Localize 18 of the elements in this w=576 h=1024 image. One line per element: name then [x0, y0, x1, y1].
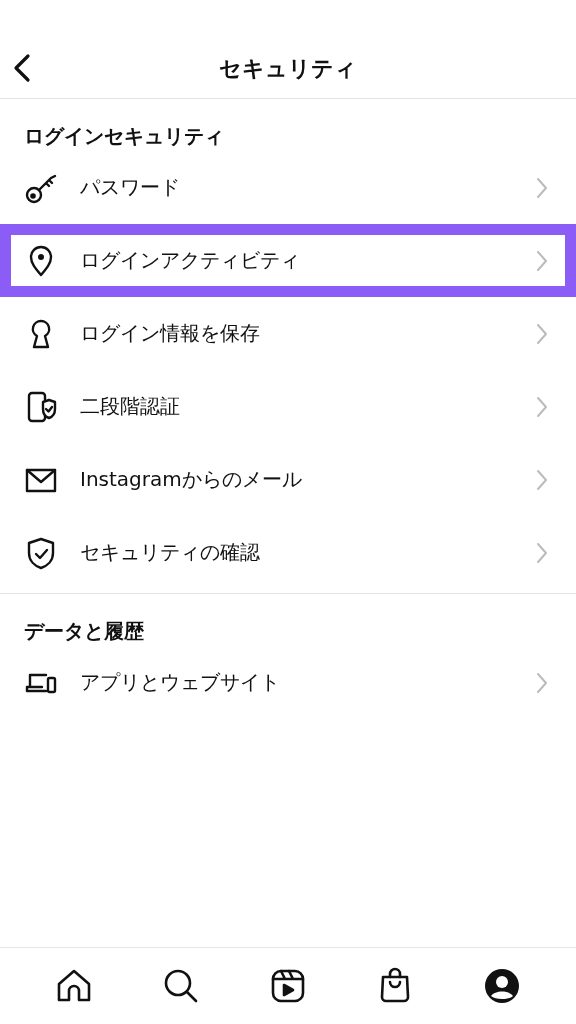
- settings-item[interactable]: Instagramからのメール: [0, 443, 576, 516]
- section-heading: データと履歴: [23, 618, 145, 644]
- settings-item[interactable]: アプリとウェブサイト: [0, 646, 576, 719]
- chevron-right-icon: [536, 176, 548, 199]
- settings-item[interactable]: パスワード: [0, 151, 576, 224]
- chevron-right-icon: [536, 468, 548, 491]
- settings-item[interactable]: ログイン情報を保存: [0, 297, 576, 370]
- chevron-right-icon: [536, 671, 548, 694]
- profile-icon[interactable]: [483, 967, 522, 1005]
- screen-title: セキュリティ: [219, 55, 357, 83]
- chevron-right-icon: [536, 395, 548, 418]
- chevron-right-icon: [536, 249, 548, 272]
- section-heading: ログインセキュリティ: [23, 123, 225, 149]
- chevron-right-icon: [536, 541, 548, 564]
- chevron-right-icon: [536, 322, 548, 345]
- settings-item[interactable]: セキュリティの確認: [0, 516, 576, 589]
- settings-item[interactable]: ログインアクティビティ: [0, 224, 576, 297]
- settings-item[interactable]: 二段階認証: [0, 370, 576, 443]
